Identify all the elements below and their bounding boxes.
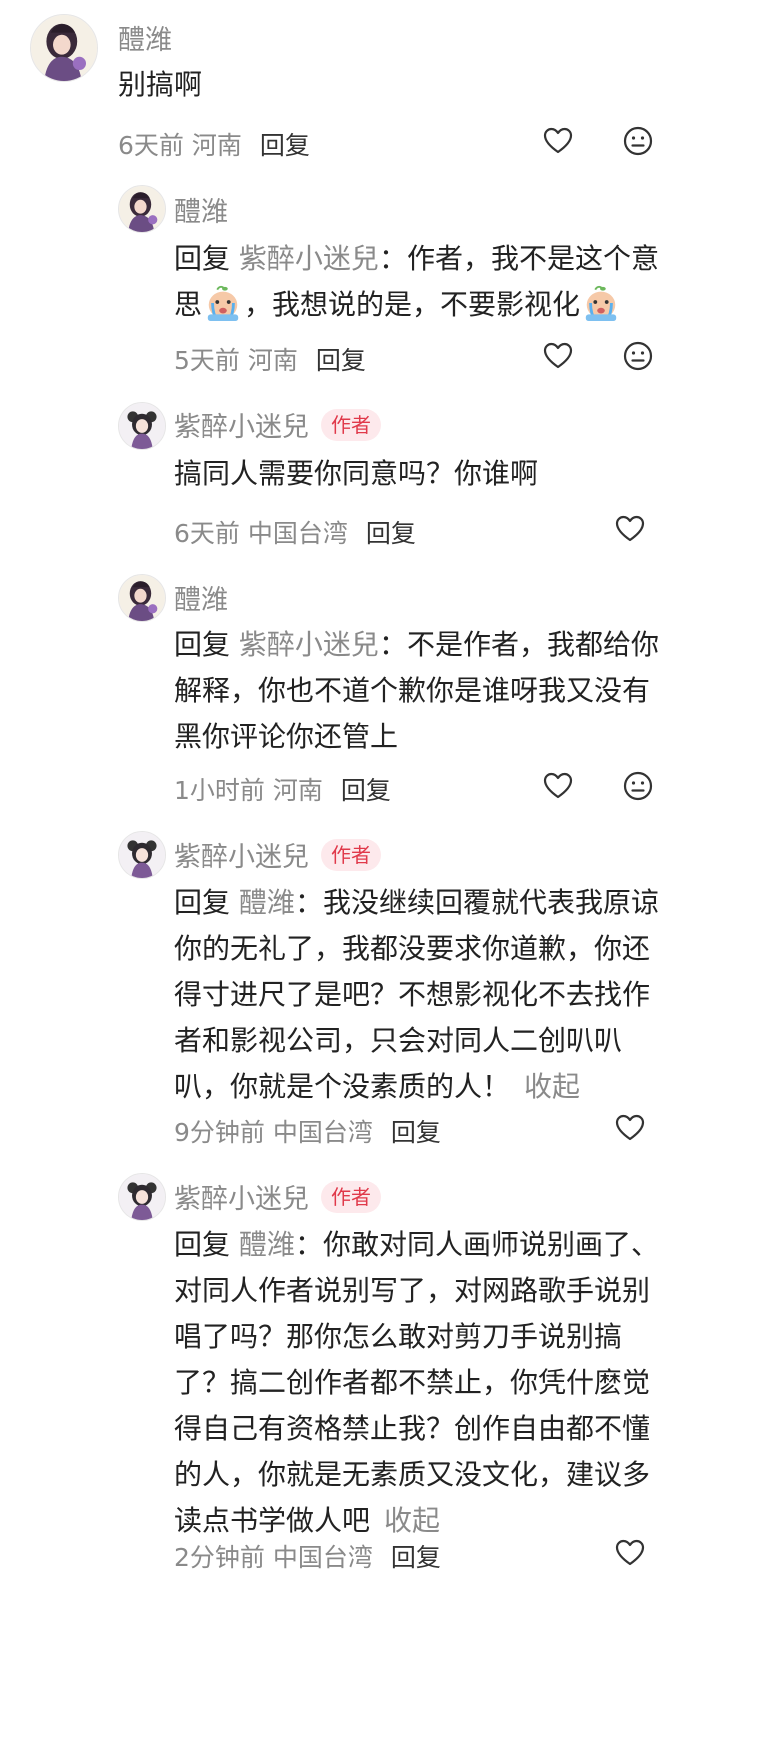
comment-text: 别搞啊 — [118, 68, 203, 101]
comment-text: 回复 紫醉小迷兒：不是作者，我都给你解释，你也不道个歉你是谁呀我又没有黑你评论你… — [174, 628, 659, 753]
avatar[interactable] — [118, 1173, 166, 1221]
comment-time: 6天前 — [118, 131, 184, 160]
username-text[interactable]: 紫醉小迷兒 — [174, 412, 309, 443]
like-heart-icon[interactable] — [614, 1537, 646, 1569]
avatar[interactable] — [118, 185, 166, 233]
reply-button[interactable]: 回复 — [341, 776, 391, 805]
like-heart-icon[interactable] — [614, 513, 646, 545]
comment-meta: 5天前 河南 回复 — [174, 341, 366, 377]
comment-meta: 2分钟前 中国台湾 回复 — [174, 1538, 441, 1574]
comment-location: 中国台湾 — [247, 519, 348, 548]
collapse-button[interactable]: 收起 — [524, 1070, 580, 1103]
author-badge: 作者 — [321, 409, 381, 441]
like-heart-icon[interactable] — [542, 125, 574, 157]
reply-button[interactable]: 回复 — [366, 519, 416, 548]
author-badge: 作者 — [321, 1181, 381, 1213]
comment-meta: 1小时前 河南 回复 — [174, 771, 391, 807]
like-heart-icon[interactable] — [614, 1112, 646, 1144]
comment-text: 回复 醴潍：我没继续回覆就代表我原谅你的无礼了，我都没要求你道歉，你还得寸进尺了… — [174, 886, 659, 1103]
comment-location: 中国台湾 — [272, 1543, 373, 1572]
comment-location: 河南 — [272, 776, 323, 805]
reply-button[interactable]: 回复 — [391, 1118, 441, 1147]
username-text[interactable]: 紫醉小迷兒 — [174, 842, 309, 873]
comment-time: 2分钟前 — [174, 1543, 265, 1572]
avatar[interactable] — [118, 402, 166, 450]
crying-emoji-icon — [204, 284, 242, 322]
comment-time: 5天前 — [174, 346, 240, 375]
comment-body: 你敢对同人画师说别画了、对同人作者说别写了，对网路歌手说别唱了吗？那你怎么敢对剪… — [174, 1228, 659, 1537]
dislike-meh-icon[interactable] — [622, 340, 654, 372]
collapse-button[interactable]: 收起 — [384, 1504, 440, 1537]
comment-username[interactable]: 紫醉小迷兒 作者 — [174, 835, 381, 874]
comment-meta: 9分钟前 中国台湾 回复 — [174, 1113, 441, 1149]
reply-button[interactable]: 回复 — [391, 1543, 441, 1572]
comment-username[interactable]: 醴潍 — [118, 18, 172, 57]
reply-button[interactable]: 回复 — [260, 131, 310, 160]
reply-prefix: 回复 — [174, 242, 231, 275]
comment-time: 6天前 — [174, 519, 240, 548]
comment-time: 1小时前 — [174, 776, 265, 805]
reply-prefix: 回复 — [174, 886, 231, 919]
comment-text-part2: ，我想说的是，不要影视化 — [244, 288, 581, 321]
comment-username[interactable]: 醴潍 — [174, 578, 228, 617]
dislike-meh-icon[interactable] — [622, 770, 654, 802]
avatar[interactable] — [118, 831, 166, 879]
comment-text: 回复 紫醉小迷兒：作者，我不是这个意思 ，我想说的是，不要影视化 — [174, 242, 659, 322]
comment-username[interactable]: 醴潍 — [174, 190, 228, 229]
comment-username[interactable]: 紫醉小迷兒 作者 — [174, 405, 381, 444]
comment-location: 河南 — [191, 131, 242, 160]
reply-prefix: 回复 — [174, 628, 231, 661]
avatar[interactable] — [30, 14, 98, 82]
crying-emoji-icon — [582, 284, 620, 322]
reply-target-user[interactable]: 紫醉小迷兒 — [239, 628, 379, 661]
avatar[interactable] — [118, 574, 166, 622]
reply-prefix: 回复 — [174, 1228, 231, 1261]
like-heart-icon[interactable] — [542, 770, 574, 802]
comment-location: 中国台湾 — [272, 1118, 373, 1147]
username-text[interactable]: 紫醉小迷兒 — [174, 1184, 309, 1215]
reply-target-user[interactable]: 醴潍 — [239, 1228, 295, 1261]
reply-button[interactable]: 回复 — [316, 346, 366, 375]
comment-meta: 6天前 河南 回复 — [118, 126, 310, 162]
reply-target-user[interactable]: 醴潍 — [239, 886, 295, 919]
dislike-meh-icon[interactable] — [622, 125, 654, 157]
like-heart-icon[interactable] — [542, 340, 574, 372]
comment-text: 回复 醴潍：你敢对同人画师说别画了、对同人作者说别写了，对网路歌手说别唱了吗？那… — [174, 1228, 659, 1537]
comment-time: 9分钟前 — [174, 1118, 265, 1147]
comment-text: 搞同人需要你同意吗？你谁啊 — [174, 457, 539, 490]
comment-username[interactable]: 紫醉小迷兒 作者 — [174, 1177, 381, 1216]
comment-meta: 6天前 中国台湾 回复 — [174, 514, 416, 550]
reply-target-user[interactable]: 紫醉小迷兒 — [239, 242, 379, 275]
author-badge: 作者 — [321, 839, 381, 871]
comment-location: 河南 — [247, 346, 298, 375]
